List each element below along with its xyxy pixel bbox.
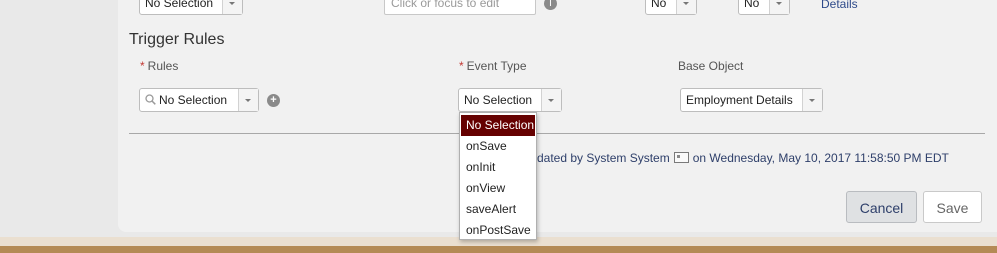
details-link[interactable]: Details: [821, 0, 858, 11]
dropdown-option[interactable]: onView: [460, 178, 536, 199]
base-object-select[interactable]: Employment Details: [680, 88, 823, 112]
top-input-placeholder: Click or focus to edit: [391, 0, 500, 10]
top-select-no-1-value: No: [651, 0, 667, 10]
dropdown-option[interactable]: No Selection: [461, 115, 535, 136]
top-text-input[interactable]: Click or focus to edit: [384, 0, 536, 15]
rules-select-value: No Selection: [159, 93, 228, 107]
chevron-down-icon[interactable]: [238, 89, 258, 111]
section-divider: [129, 133, 985, 134]
dropdown-option[interactable]: onSave: [460, 136, 536, 157]
top-select-value: No Selection: [145, 0, 214, 10]
required-marker: *: [140, 59, 145, 73]
audit-timestamp: on Wednesday, May 10, 2017 11:58:50 PM E…: [692, 151, 949, 165]
search-icon: [145, 94, 156, 105]
event-type-label-text: Event Type: [466, 59, 527, 73]
top-select-no-2-value: No: [744, 0, 760, 10]
cancel-button[interactable]: Cancel: [846, 191, 917, 223]
rules-label: * Rules: [140, 59, 178, 73]
top-select-no-selection[interactable]: No Selection: [139, 0, 243, 15]
audit-info: dated by System System on Wednesday, May …: [537, 151, 949, 165]
chevron-down-icon[interactable]: [222, 0, 242, 14]
dropdown-option[interactable]: saveAlert: [460, 199, 536, 220]
chevron-down-icon[interactable]: [802, 89, 822, 111]
save-button[interactable]: Save: [923, 191, 982, 223]
event-type-dropdown: No Selection onSave onInit onView saveAl…: [459, 112, 537, 240]
rules-select[interactable]: No Selection: [139, 88, 259, 112]
chevron-down-icon[interactable]: [541, 89, 561, 111]
rules-label-text: Rules: [147, 59, 179, 73]
event-type-select[interactable]: No Selection: [458, 88, 562, 112]
base-object-select-value: Employment Details: [686, 93, 793, 107]
audit-updated-by: dated by System System: [537, 151, 670, 165]
event-type-select-value: No Selection: [464, 93, 533, 107]
chevron-down-icon[interactable]: [769, 0, 789, 14]
base-object-label: Base Object: [678, 59, 744, 73]
footer-stripe: [0, 246, 997, 253]
section-title-trigger-rules: Trigger Rules: [129, 31, 225, 48]
required-marker: *: [459, 59, 464, 73]
dropdown-option[interactable]: onPostSave: [460, 220, 536, 241]
add-rule-icon[interactable]: +: [267, 94, 280, 107]
top-select-no-1[interactable]: No: [645, 0, 697, 15]
dropdown-option[interactable]: onInit: [460, 157, 536, 178]
top-select-no-2[interactable]: No: [738, 0, 790, 15]
chevron-down-icon[interactable]: [676, 0, 696, 14]
user-card-icon[interactable]: [673, 152, 689, 163]
event-type-label: * Event Type: [459, 59, 527, 73]
